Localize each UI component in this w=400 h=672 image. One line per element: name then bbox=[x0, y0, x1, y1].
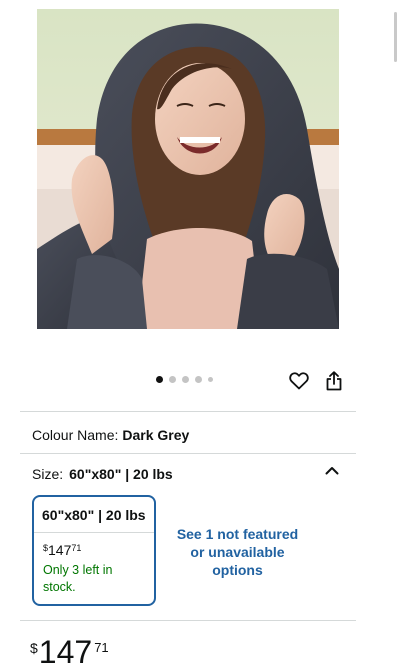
image-carousel-dots[interactable] bbox=[156, 376, 213, 383]
see-more-line: or unavailable bbox=[190, 544, 285, 560]
size-row[interactable]: Size: 60"x80" | 20 lbs bbox=[32, 466, 173, 482]
size-option-selected[interactable]: 60"x80" | 20 lbs $14771 Only 3 left in s… bbox=[32, 495, 156, 606]
see-more-line: options bbox=[212, 562, 263, 578]
chevron-up-icon[interactable] bbox=[322, 460, 342, 480]
stock-line: Only 3 left in bbox=[43, 563, 113, 577]
carousel-dot[interactable] bbox=[208, 377, 213, 382]
scrollbar[interactable] bbox=[394, 12, 397, 62]
see-unavailable-options-link[interactable]: See 1 not featured or unavailable option… bbox=[170, 525, 305, 579]
colour-name-row: Colour Name: Dark Grey bbox=[32, 427, 189, 443]
carousel-dot[interactable] bbox=[156, 376, 163, 383]
colour-label: Colour Name: bbox=[32, 427, 119, 443]
size-option-price: $14771 bbox=[43, 542, 81, 558]
size-label: Size: bbox=[32, 466, 64, 482]
stock-line: stock. bbox=[43, 580, 76, 594]
stock-status: Only 3 left in stock. bbox=[43, 562, 143, 596]
price-whole: 147 bbox=[48, 542, 72, 558]
price-fraction: 71 bbox=[71, 543, 82, 553]
divider bbox=[20, 411, 356, 412]
share-icon[interactable] bbox=[322, 369, 346, 393]
currency-symbol: $ bbox=[43, 543, 49, 553]
product-photo bbox=[37, 9, 339, 329]
colour-value: Dark Grey bbox=[122, 427, 190, 443]
size-option-title: 60"x80" | 20 lbs bbox=[34, 497, 154, 533]
price-whole: 147 bbox=[38, 634, 93, 670]
product-price: $ 147 71 bbox=[30, 634, 109, 671]
carousel-dot[interactable] bbox=[195, 376, 202, 383]
size-value: 60"x80" | 20 lbs bbox=[69, 466, 173, 482]
carousel-dot[interactable] bbox=[169, 376, 176, 383]
divider bbox=[20, 620, 356, 621]
product-image[interactable] bbox=[37, 9, 339, 329]
price-currency: $ bbox=[30, 640, 38, 656]
see-more-line: See 1 not featured bbox=[176, 526, 299, 542]
carousel-dot[interactable] bbox=[182, 376, 189, 383]
price-fraction: 71 bbox=[94, 640, 109, 655]
heart-icon[interactable] bbox=[287, 369, 311, 393]
divider bbox=[20, 453, 356, 454]
